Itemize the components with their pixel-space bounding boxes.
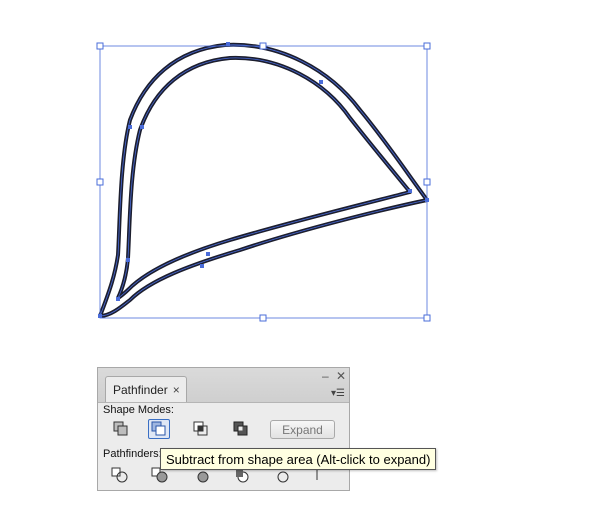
exclude-button[interactable] <box>230 419 252 439</box>
minus-front-button[interactable] <box>148 419 170 439</box>
handle-top-center[interactable] <box>259 42 267 50</box>
bounding-box-handles[interactable] <box>96 42 431 322</box>
anchor-point[interactable] <box>126 258 130 262</box>
tooltip: Subtract from shape area (Alt-click to e… <box>160 448 437 470</box>
unite-button[interactable] <box>110 419 132 439</box>
anchor-point[interactable] <box>206 252 210 256</box>
minus-front-icon <box>151 421 166 436</box>
artwork-canvas[interactable] <box>0 0 600 340</box>
handle-top-left[interactable] <box>96 42 104 50</box>
pathfinders-label: Pathfinders: <box>103 448 162 460</box>
divide-button[interactable] <box>110 466 132 484</box>
anchor-point[interactable] <box>226 42 230 46</box>
unite-icon <box>113 421 128 436</box>
shape-modes-label: Shape Modes: <box>103 404 174 416</box>
handle-top-right[interactable] <box>423 42 431 50</box>
minimize-button[interactable]: ‒ <box>322 370 329 382</box>
close-panel-button[interactable]: ✕ <box>336 370 346 382</box>
inner-shape[interactable] <box>116 55 412 300</box>
intersect-icon <box>193 421 208 436</box>
handle-middle-right[interactable] <box>423 178 431 186</box>
tab-label: Pathfinder <box>113 382 168 397</box>
expand-button[interactable]: Expand <box>270 420 335 439</box>
intersect-button[interactable] <box>190 419 212 439</box>
tab-pathfinder[interactable]: Pathfinder × <box>105 376 187 402</box>
anchor-point[interactable] <box>408 189 412 193</box>
anchor-point[interactable] <box>200 264 204 268</box>
panel-titlebar[interactable]: ‒ ✕ Pathfinder × ▾☰ <box>98 368 349 403</box>
divide-icon <box>111 467 128 483</box>
anchor-point[interactable] <box>319 80 323 84</box>
anchor-point[interactable] <box>140 125 144 129</box>
handle-bottom-center[interactable] <box>259 314 267 322</box>
anchor-point[interactable] <box>116 297 120 301</box>
artboard[interactable] <box>0 0 600 340</box>
anchor-point[interactable] <box>128 125 132 129</box>
exclude-icon <box>233 421 248 436</box>
pathfinder-panel: ‒ ✕ Pathfinder × ▾☰ Shape Modes: Expand … <box>97 367 350 491</box>
tab-close-icon[interactable]: × <box>173 383 180 397</box>
panel-menu-icon[interactable]: ▾☰ <box>331 388 345 399</box>
anchor-point[interactable] <box>98 314 102 318</box>
handle-bottom-right[interactable] <box>423 314 431 322</box>
anchor-point[interactable] <box>425 198 429 202</box>
handle-middle-left[interactable] <box>96 178 104 186</box>
